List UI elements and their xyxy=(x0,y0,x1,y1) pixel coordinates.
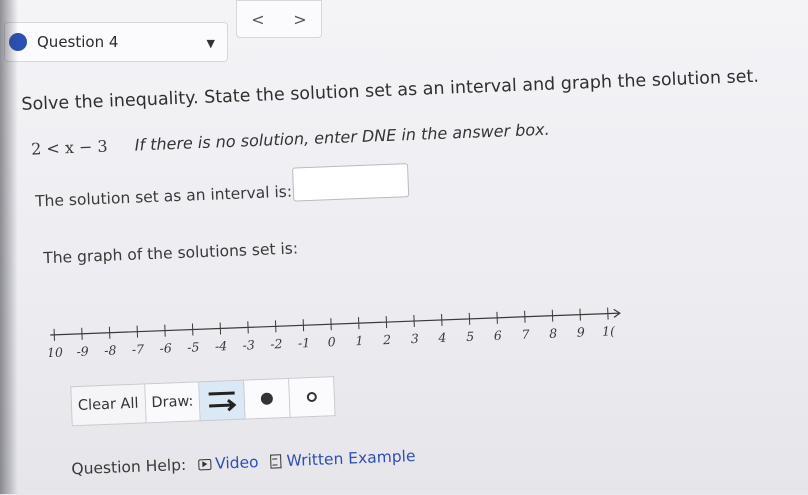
number-line-tick-label: 8 xyxy=(549,326,558,341)
number-line-tick-label: 1 xyxy=(355,333,364,348)
dne-note: If there is no solution, enter DNE in th… xyxy=(134,120,550,155)
question-body: Solve the inequality. State the solution… xyxy=(0,0,808,494)
ray-tool-icon xyxy=(206,387,239,414)
number-line-tick-label: 10 xyxy=(48,345,64,361)
written-example-link[interactable]: Written Example xyxy=(270,447,416,471)
inequality-expression: 2 < x − 3 xyxy=(31,137,108,159)
number-line-tick-label: 9 xyxy=(577,324,586,339)
video-link[interactable]: Video xyxy=(198,453,259,473)
help-label: Question Help: xyxy=(71,456,186,478)
number-line-tick-label: -3 xyxy=(242,337,255,352)
number-line-axis xyxy=(50,313,620,335)
number-line-tick-label: -5 xyxy=(187,339,200,354)
draw-toolbar: Clear All Draw: xyxy=(70,376,336,426)
graph-label: The graph of the solutions set is: xyxy=(43,239,298,267)
number-line-tick-label: 3 xyxy=(411,331,420,346)
number-line-tick-label: -2 xyxy=(270,336,283,351)
closed-dot-icon xyxy=(261,392,273,404)
number-line-tick-label: 6 xyxy=(494,328,503,343)
interval-label: The solution set as an interval is: xyxy=(35,183,293,211)
number-line-tick-label: -8 xyxy=(104,342,117,357)
written-example-label: Written Example xyxy=(286,447,416,470)
open-dot-button[interactable] xyxy=(290,376,337,418)
interval-answer-input[interactable] xyxy=(292,163,409,201)
ray-tool-button[interactable] xyxy=(200,380,247,422)
number-line-tick-label: 4 xyxy=(437,330,447,345)
number-line-tick-label: 5 xyxy=(466,329,475,344)
closed-dot-button[interactable] xyxy=(245,378,292,420)
number-line-tick-label: -6 xyxy=(159,340,172,355)
number-line-tick-label: 0 xyxy=(327,334,336,349)
number-line-tick-label: -4 xyxy=(215,338,228,353)
number-line-tick-label: 2 xyxy=(382,332,392,347)
document-icon xyxy=(270,454,282,468)
number-line-tick-label: -9 xyxy=(76,344,89,359)
clear-all-button[interactable]: Clear All xyxy=(70,383,146,426)
question-help: Question Help: Video Written Example xyxy=(71,447,416,478)
instruction-text: Solve the inequality. State the solution… xyxy=(21,67,759,115)
video-link-label: Video xyxy=(215,453,259,473)
number-line-tick-label: -1 xyxy=(298,335,311,350)
number-line-tick-label: 7 xyxy=(521,327,530,342)
open-dot-icon xyxy=(307,392,317,402)
problem-line: 2 < x − 3 If there is no solution, enter… xyxy=(31,120,550,159)
draw-label: Draw: xyxy=(145,381,201,423)
number-line-tick-label: 1( xyxy=(602,323,617,339)
number-line-tick-label: -7 xyxy=(132,341,145,356)
number-line[interactable]: 10 -9 -8 -7 -6 -5 -4 -3 -2 -1 0 1 2 3 4 5 6 7 8 9 1( xyxy=(48,295,630,377)
video-icon xyxy=(198,458,211,469)
